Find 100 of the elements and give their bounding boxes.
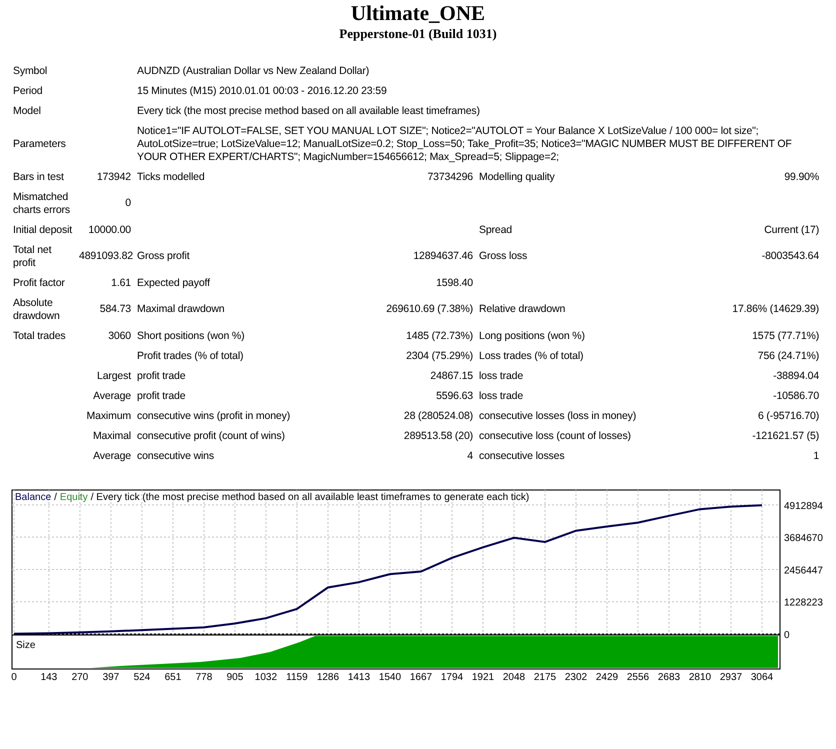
x-tick-label: 270 <box>72 672 88 683</box>
stat-value: 4 <box>467 450 473 462</box>
x-tick-label: 1540 <box>378 672 402 683</box>
x-tick-label: 2048 <box>502 672 526 683</box>
stat-label: Average <box>93 450 131 462</box>
stat-label: consecutive wins <box>137 450 214 462</box>
x-tick-label: 2302 <box>564 672 588 683</box>
stat-label: Long positions (won %) <box>479 330 585 342</box>
x-tick-label: 0 <box>11 672 17 683</box>
stat-value: 4891093.82 <box>79 250 133 262</box>
x-tick-label: 1286 <box>316 672 340 683</box>
stat-value: 289513.58 (20) <box>404 430 473 442</box>
stat-value: 5596.63 <box>436 390 473 402</box>
stat-value: 73734296 <box>427 170 473 182</box>
stat-label: consecutive profit (count of wins) <box>137 430 285 442</box>
stat-value: 17.86% (14629.39) <box>732 303 820 315</box>
legend-label: / Every tick (the most precise method based on all available least timeframes to generate each tick) <box>90 492 530 504</box>
stat-label: loss trade <box>479 370 524 382</box>
y-tick-label: 3684670 <box>784 533 823 544</box>
stat-value: 0 <box>125 197 131 209</box>
stat-value: 1 <box>813 450 820 462</box>
stat-label: Average <box>93 390 131 402</box>
stat-label: profit trade <box>137 390 186 402</box>
stat-label: Bars in test <box>13 170 64 182</box>
stat-label: consecutive losses (loss in money) <box>479 410 636 422</box>
field-label: Symbol <box>13 64 48 76</box>
x-tick-label: 2175 <box>534 672 556 683</box>
x-tick-label: 905 <box>226 672 244 683</box>
report-subtitle: Pepperstone-01 (Build 1031) <box>339 26 497 42</box>
x-tick-label: 1667 <box>410 672 432 683</box>
stat-label: Modelling quality <box>479 170 555 182</box>
stat-label: Maximal <box>92 430 131 442</box>
stat-label: Initial deposit <box>13 224 72 236</box>
stat-value: 12894637.46 <box>413 250 473 262</box>
stat-value: -121621.57 (5) <box>752 430 820 442</box>
stat-label: Profit factor <box>13 276 65 288</box>
x-tick-label: 397 <box>102 672 120 683</box>
stat-value: 10000.00 <box>88 224 131 236</box>
stat-label: Relative drawdown <box>479 303 566 315</box>
x-tick-label: 1032 <box>254 672 278 683</box>
stat-label: Expected payoff <box>137 276 210 288</box>
stat-value: 173942 <box>96 170 131 182</box>
y-tick-label: 4912894 <box>784 500 823 512</box>
stat-label: consecutive loss (count of losses) <box>479 430 631 442</box>
x-tick-label: 1159 <box>286 672 308 683</box>
field-label: Parameters <box>13 138 66 150</box>
x-tick-label: 1794 <box>440 672 464 683</box>
legend-label: Equity <box>60 492 88 504</box>
stat-label: Total net profit <box>13 244 52 268</box>
stat-label: Maximum <box>86 410 131 422</box>
stat-label: Gross profit <box>137 250 190 262</box>
stat-label: Largest <box>97 370 131 382</box>
stat-label: Mismatched charts errors <box>13 190 70 216</box>
stat-label: Loss trades (% of total) <box>479 350 584 362</box>
y-tick-label: 1228223 <box>784 598 823 609</box>
y-tick-label: 2456447 <box>784 565 823 576</box>
x-tick-label: 778 <box>196 672 212 683</box>
field-value: AUDNZD (Australian Dollar vs New Zealand Dollar) <box>137 64 370 76</box>
stat-label: profit trade <box>137 370 186 382</box>
stat-label: Absolute drawdown <box>13 296 60 322</box>
report-title: Ultimate_ONE <box>350 1 486 25</box>
field-value: Notice1="IF AUTOLOT=FALSE, SET YOU MANUAL LOT SIZE"; Notice2="AUTOLOT = Your Balance X LotSizeValue / 100 000= lot size"; AutoLotSize=true; LotSizeValue=12; ManualLotSize=0.2; Stop_Loss=50; Take_Profit=35; Notice3="MAGIC NUMBER MUST BE DIFFERENT OF YOUR OTHER EXPERT/CHARTS"; MagicNumber=154656612; Max_Spread=5; Slippage=2; <box>137 124 792 162</box>
x-tick-label: 2937 <box>720 672 742 683</box>
field-value: Every tick (the most precise method based on all available least timeframes) <box>137 104 480 116</box>
x-tick-label: 2556 <box>626 672 650 683</box>
stat-label: Short positions (won %) <box>137 330 244 342</box>
stat-label: Total trades <box>13 330 66 342</box>
stat-value: 1.61 <box>111 276 131 288</box>
field-label: Period <box>13 84 42 96</box>
size-label: Size <box>16 640 36 651</box>
stat-value: 3060 <box>108 330 131 342</box>
stat-value: 269610.69 (7.38%) <box>386 303 473 315</box>
stat-value: -38894.04 <box>773 370 820 382</box>
x-tick-label: 143 <box>40 672 58 683</box>
x-tick-label: 2429 <box>596 672 618 683</box>
stat-label: loss trade <box>479 390 524 402</box>
x-tick-label: 2683 <box>658 672 680 683</box>
x-tick-label: 1921 <box>472 672 494 683</box>
stat-value: 6 (-95716.70) <box>758 410 820 422</box>
stat-label: Spread <box>479 224 512 236</box>
stat-value: Current (17) <box>764 224 820 236</box>
stat-value: 584.73 <box>100 303 131 315</box>
y-tick-label: 0 <box>784 630 790 641</box>
stat-value: 1598.40 <box>436 276 473 288</box>
stat-value: 28 (280524.08) <box>404 410 473 422</box>
x-tick-label: 2810 <box>688 672 712 683</box>
stat-label: Ticks modelled <box>137 170 205 182</box>
stat-value: 1485 (72.73%) <box>406 330 473 342</box>
field-value: 15 Minutes (M15) 2010.01.01 00:03 - 2016.12.20 23:59 <box>137 84 387 96</box>
stat-label: consecutive losses <box>479 450 564 462</box>
legend-label: Balance <box>15 492 52 504</box>
x-tick-label: 3064 <box>750 672 774 683</box>
stat-value: 1575 (77.71%) <box>752 330 820 342</box>
stat-value: 756 (24.71%) <box>758 350 820 362</box>
stat-label: Profit trades (% of total) <box>137 350 244 362</box>
stat-value: 24867.15 <box>430 370 473 382</box>
stat-label: consecutive wins (profit in money) <box>137 410 290 422</box>
stat-label: Maximal drawdown <box>137 303 224 315</box>
stat-value: 99.90% <box>784 170 820 182</box>
field-label: Model <box>13 104 41 116</box>
